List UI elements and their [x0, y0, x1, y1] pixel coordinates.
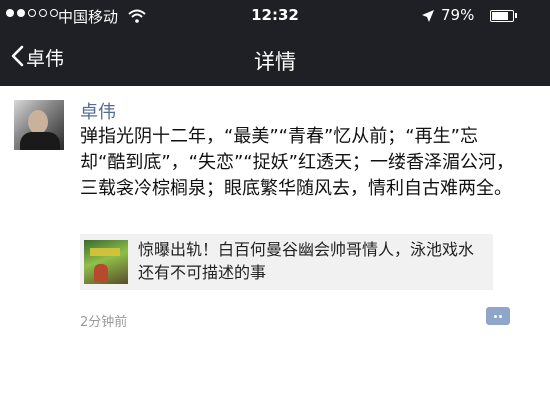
status-bar: 中国移动 12:32 79% — [0, 0, 550, 32]
battery-tip — [515, 13, 517, 18]
comment-icon[interactable] — [486, 307, 510, 325]
link-thumbnail — [84, 240, 128, 284]
author-name[interactable]: 卓伟 — [80, 98, 116, 124]
link-card-title: 惊曝出轨！白百何曼谷幽会帅哥情人，泳池戏水还有不可描述的事 — [138, 240, 475, 282]
battery-percent: 79% — [441, 6, 475, 24]
navigation-header: 中国移动 12:32 79% 卓伟 详情 — [0, 0, 550, 86]
battery-icon — [490, 10, 514, 22]
avatar[interactable] — [14, 100, 64, 150]
shared-link-card[interactable]: 惊曝出轨！白百何曼谷幽会帅哥情人，泳池戏水还有不可描述的事 — [80, 234, 493, 290]
post-timestamp: 2分钟前 — [80, 315, 128, 330]
page-title: 详情 — [254, 50, 296, 74]
post-detail: 卓伟 弹指光阴十二年，“最美”“青春”忆从前；“再生”忘却“酷到底”，“失恋”“… — [0, 86, 550, 404]
location-arrow-icon — [421, 8, 435, 27]
battery-level-fill — [492, 12, 508, 20]
post-text: 弹指光阴十二年，“最美”“青春”忆从前；“再生”忘却“酷到底”，“失恋”“捉妖”… — [80, 126, 514, 199]
